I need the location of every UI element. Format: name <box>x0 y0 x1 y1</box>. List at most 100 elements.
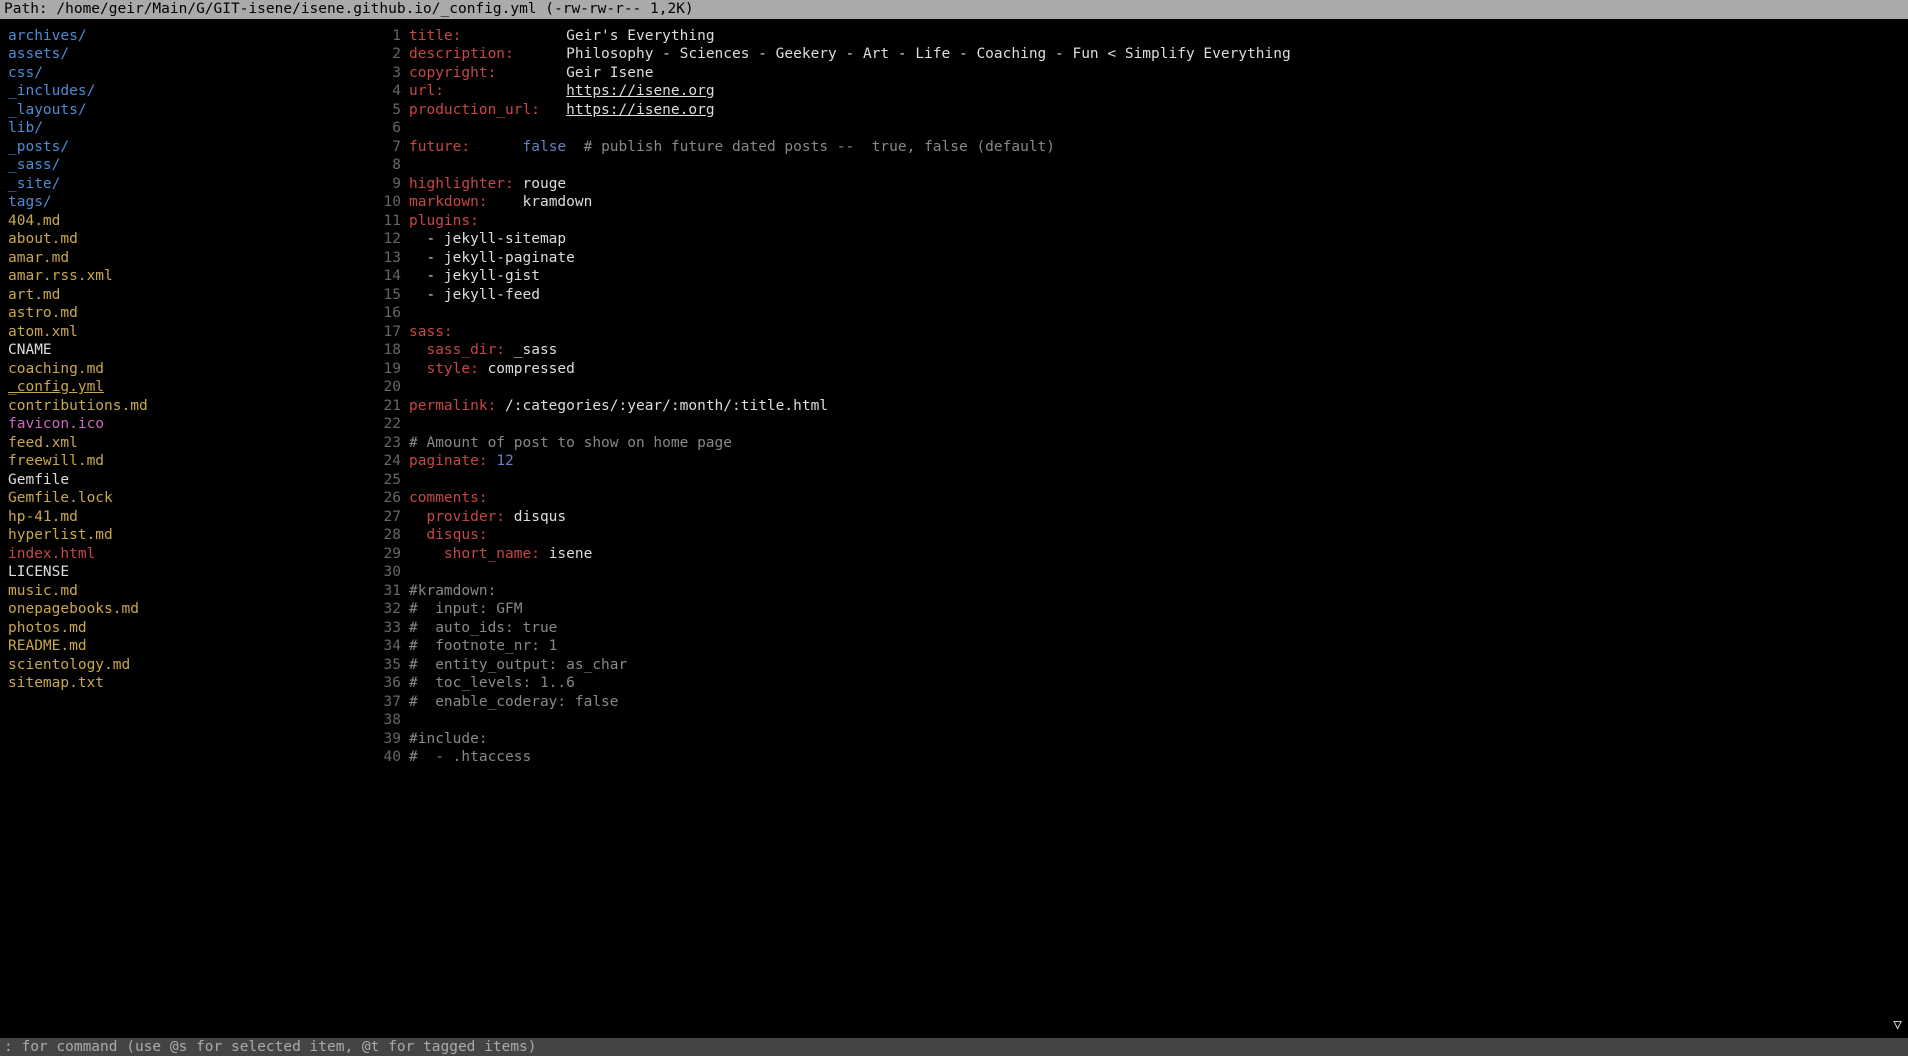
file-item[interactable]: scientology.md <box>8 656 367 675</box>
line-number: 40 <box>375 748 401 767</box>
file-item[interactable]: _posts/ <box>8 138 367 157</box>
editor-line[interactable]: 33# auto_ids: true <box>375 619 1908 638</box>
file-item[interactable]: CNAME <box>8 341 367 360</box>
editor-line[interactable]: 24paginate: 12 <box>375 452 1908 471</box>
file-item[interactable]: feed.xml <box>8 434 367 453</box>
line-number: 2 <box>375 45 401 64</box>
line-number: 36 <box>375 674 401 693</box>
editor-line[interactable]: 35# entity_output: as_char <box>375 656 1908 675</box>
file-item[interactable]: lib/ <box>8 119 367 138</box>
line-number: 24 <box>375 452 401 471</box>
editor-line[interactable]: 23# Amount of post to show on home page <box>375 434 1908 453</box>
editor-line[interactable]: 17sass: <box>375 323 1908 342</box>
line-number: 29 <box>375 545 401 564</box>
file-item[interactable]: _site/ <box>8 175 367 194</box>
file-item[interactable]: LICENSE <box>8 563 367 582</box>
file-item[interactable]: astro.md <box>8 304 367 323</box>
file-item[interactable]: hp-41.md <box>8 508 367 527</box>
file-item[interactable]: music.md <box>8 582 367 601</box>
editor-line[interactable]: 30 <box>375 563 1908 582</box>
editor-line[interactable]: 10markdown: kramdown <box>375 193 1908 212</box>
line-number: 15 <box>375 286 401 305</box>
file-item[interactable]: amar.rss.xml <box>8 267 367 286</box>
scroll-indicator-icon: ▽ <box>1893 1016 1902 1035</box>
file-item[interactable]: README.md <box>8 637 367 656</box>
editor-pane[interactable]: 1title: Geir's Everything2description: P… <box>375 19 1908 1038</box>
file-item[interactable]: favicon.ico <box>8 415 367 434</box>
line-content <box>409 563 1908 582</box>
line-number: 23 <box>375 434 401 453</box>
editor-line[interactable]: 22 <box>375 415 1908 434</box>
path-bar: Path: /home/geir/Main/G/GIT-isene/isene.… <box>0 0 1908 19</box>
file-item[interactable]: sitemap.txt <box>8 674 367 693</box>
file-item[interactable]: Gemfile.lock <box>8 489 367 508</box>
file-item[interactable]: onepagebooks.md <box>8 600 367 619</box>
editor-line[interactable]: 1title: Geir's Everything <box>375 27 1908 46</box>
editor-line[interactable]: 29 short_name: isene <box>375 545 1908 564</box>
editor-line[interactable]: 16 <box>375 304 1908 323</box>
editor-line[interactable]: 21permalink: /:categories/:year/:month/:… <box>375 397 1908 416</box>
file-item[interactable]: amar.md <box>8 249 367 268</box>
editor-line[interactable]: 14 - jekyll-gist <box>375 267 1908 286</box>
editor-line[interactable]: 25 <box>375 471 1908 490</box>
editor-line[interactable]: 12 - jekyll-sitemap <box>375 230 1908 249</box>
file-item[interactable]: hyperlist.md <box>8 526 367 545</box>
editor-line[interactable]: 13 - jekyll-paginate <box>375 249 1908 268</box>
line-number: 19 <box>375 360 401 379</box>
editor-line[interactable]: 6 <box>375 119 1908 138</box>
editor-line[interactable]: 18 sass_dir: _sass <box>375 341 1908 360</box>
editor-line[interactable]: 11plugins: <box>375 212 1908 231</box>
editor-line[interactable]: 3copyright: Geir Isene <box>375 64 1908 83</box>
editor-line[interactable]: 37# enable_coderay: false <box>375 693 1908 712</box>
file-item[interactable]: photos.md <box>8 619 367 638</box>
file-item[interactable]: about.md <box>8 230 367 249</box>
line-content: - jekyll-feed <box>409 286 1908 305</box>
editor-line[interactable]: 27 provider: disqus <box>375 508 1908 527</box>
editor-line[interactable]: 5production_url: https://isene.org <box>375 101 1908 120</box>
editor-line[interactable]: 36# toc_levels: 1..6 <box>375 674 1908 693</box>
editor-line[interactable]: 38 <box>375 711 1908 730</box>
editor-line[interactable]: 28 disqus: <box>375 526 1908 545</box>
line-content: - jekyll-sitemap <box>409 230 1908 249</box>
file-item[interactable]: archives/ <box>8 27 367 46</box>
editor-line[interactable]: 7future: false # publish future dated po… <box>375 138 1908 157</box>
file-item[interactable]: art.md <box>8 286 367 305</box>
file-list[interactable]: archives/assets/css/_includes/_layouts/l… <box>0 19 375 1038</box>
file-item[interactable]: contributions.md <box>8 397 367 416</box>
file-item[interactable]: index.html <box>8 545 367 564</box>
status-bar: : for command (use @s for selected item,… <box>0 1038 1908 1056</box>
editor-line[interactable]: 34# footnote_nr: 1 <box>375 637 1908 656</box>
editor-line[interactable]: 32# input: GFM <box>375 600 1908 619</box>
editor-line[interactable]: 15 - jekyll-feed <box>375 286 1908 305</box>
editor-line[interactable]: 2description: Philosophy - Sciences - Ge… <box>375 45 1908 64</box>
file-item[interactable]: Gemfile <box>8 471 367 490</box>
editor-line[interactable]: 39#include: <box>375 730 1908 749</box>
line-content: disqus: <box>409 526 1908 545</box>
path-value: /home/geir/Main/G/GIT-isene/isene.github… <box>56 1 536 17</box>
file-item[interactable]: 404.md <box>8 212 367 231</box>
editor-line[interactable]: 19 style: compressed <box>375 360 1908 379</box>
editor-line[interactable]: 9highlighter: rouge <box>375 175 1908 194</box>
editor-line[interactable]: 40# - .htaccess <box>375 748 1908 767</box>
file-item[interactable]: coaching.md <box>8 360 367 379</box>
line-content: #kramdown: <box>409 582 1908 601</box>
file-item[interactable]: _includes/ <box>8 82 367 101</box>
editor-line[interactable]: 8 <box>375 156 1908 175</box>
file-item[interactable]: assets/ <box>8 45 367 64</box>
line-number: 34 <box>375 637 401 656</box>
file-item[interactable]: css/ <box>8 64 367 83</box>
file-item[interactable]: tags/ <box>8 193 367 212</box>
editor-line[interactable]: 31#kramdown: <box>375 582 1908 601</box>
file-item[interactable]: _layouts/ <box>8 101 367 120</box>
file-item[interactable]: _sass/ <box>8 156 367 175</box>
line-content: style: compressed <box>409 360 1908 379</box>
editor-line[interactable]: 4url: https://isene.org <box>375 82 1908 101</box>
file-item[interactable]: freewill.md <box>8 452 367 471</box>
line-content: plugins: <box>409 212 1908 231</box>
editor-line[interactable]: 26comments: <box>375 489 1908 508</box>
file-item[interactable]: atom.xml <box>8 323 367 342</box>
line-number: 30 <box>375 563 401 582</box>
editor-line[interactable]: 20 <box>375 378 1908 397</box>
file-item[interactable]: _config.yml <box>8 378 367 397</box>
path-perms: (-rw-rw-r-- 1,2K) <box>537 1 694 17</box>
